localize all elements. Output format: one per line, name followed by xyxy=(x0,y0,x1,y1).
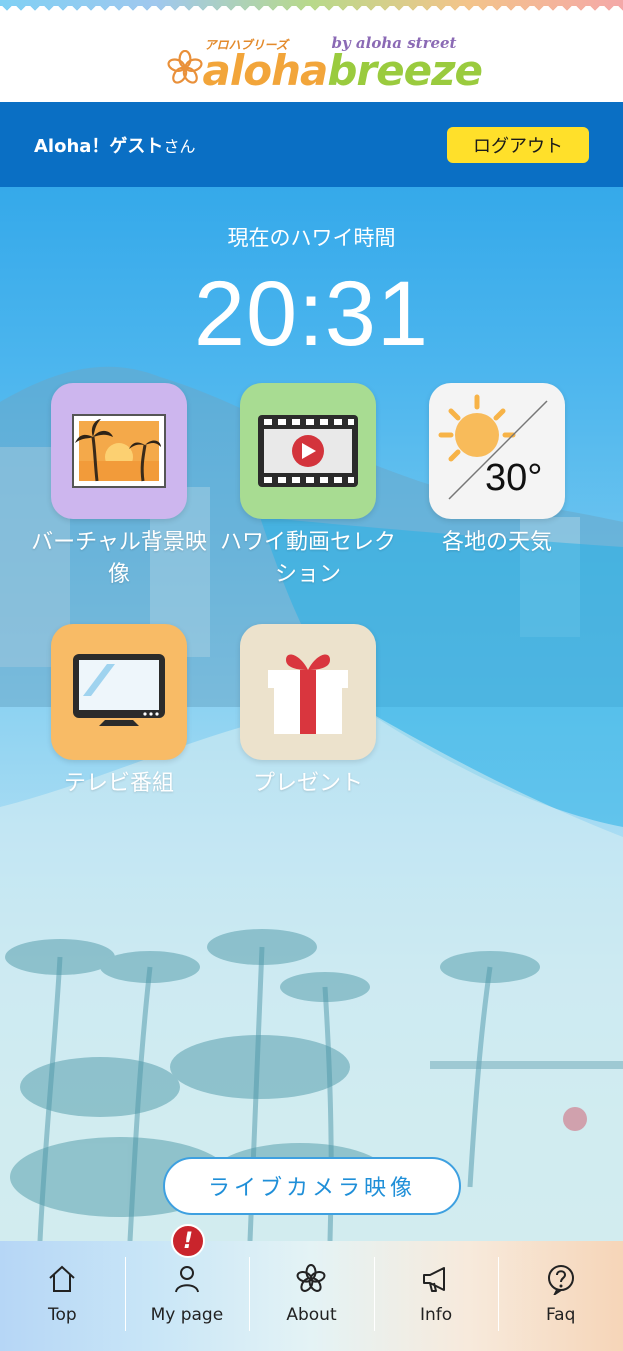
tile-label: ハワイ動画セレクション xyxy=(219,530,396,587)
nav-label: Top xyxy=(47,1305,77,1325)
tv-icon xyxy=(73,654,165,726)
user-bar: Aloha！ゲストさん ログアウト xyxy=(0,102,623,187)
film-play-icon xyxy=(258,415,358,487)
user-icon xyxy=(174,1266,199,1293)
weather-temperature: 30° xyxy=(485,457,543,499)
tile-hawaii-videos-icon-box[interactable] xyxy=(240,383,376,519)
app-header: アロハブリーズ by aloha street alohabreeze xyxy=(0,16,623,102)
tile-weather[interactable]: 30° 各地の天気 xyxy=(402,383,592,559)
logo-word-breeze: breeze xyxy=(327,46,483,95)
top-pattern-band xyxy=(0,0,623,16)
tile-label: プレゼント xyxy=(252,771,363,796)
tile-weather-icon-box[interactable]: 30° xyxy=(429,383,565,519)
tile-tv-programs[interactable]: テレビ番組 xyxy=(24,624,214,800)
aloha-breeze-logo[interactable]: アロハブリーズ by aloha street alohabreeze xyxy=(166,24,483,95)
bottom-navigation: Top My page About Info Faq xyxy=(0,1241,623,1351)
tile-tv-programs-icon-box[interactable] xyxy=(51,624,187,760)
plumeria-icon xyxy=(166,50,203,84)
tile-present-icon-box[interactable] xyxy=(240,624,376,760)
logout-button[interactable]: ログアウト xyxy=(447,126,589,163)
nav-about[interactable]: About xyxy=(249,1241,374,1351)
nav-label: Info xyxy=(419,1305,453,1325)
greeting-suffix: さん xyxy=(163,136,196,156)
tile-virtual-background[interactable]: バーチャル背景映像 xyxy=(24,383,214,591)
question-icon xyxy=(547,1265,574,1295)
megaphone-icon xyxy=(423,1267,446,1292)
home-icon xyxy=(49,1265,75,1292)
nav-label: My page xyxy=(150,1305,224,1325)
hawaii-time-label: 現在のハワイ時間 xyxy=(227,226,396,250)
tile-virtual-background-icon-box[interactable] xyxy=(51,383,187,519)
nav-label: Faq xyxy=(545,1305,576,1325)
greeting: Aloha！ゲストさん xyxy=(34,132,195,158)
notification-badge: ! xyxy=(171,1224,205,1258)
palm-sunset-icon xyxy=(72,414,166,488)
logo-word-aloha: aloha xyxy=(202,46,329,95)
gift-icon xyxy=(268,654,348,734)
logo-wordmark: alohabreeze xyxy=(202,46,484,95)
tile-label: テレビ番組 xyxy=(63,771,174,796)
flower-icon xyxy=(297,1264,326,1292)
tile-label: バーチャル背景映像 xyxy=(31,530,207,587)
nav-top[interactable]: Top xyxy=(0,1241,125,1351)
tile-label: 各地の天気 xyxy=(441,530,552,555)
tile-present[interactable]: プレゼント xyxy=(213,624,403,800)
nav-info[interactable]: Info xyxy=(373,1241,499,1351)
nav-faq[interactable]: Faq xyxy=(498,1241,623,1351)
greeting-text: Aloha！ゲスト xyxy=(34,135,164,157)
nav-label: About xyxy=(286,1305,337,1325)
live-camera-button[interactable]: ライブカメラ映像 xyxy=(163,1157,461,1215)
tile-hawaii-videos[interactable]: ハワイ動画セレクション xyxy=(213,383,403,591)
hawaii-time: 20:31 xyxy=(193,263,430,365)
